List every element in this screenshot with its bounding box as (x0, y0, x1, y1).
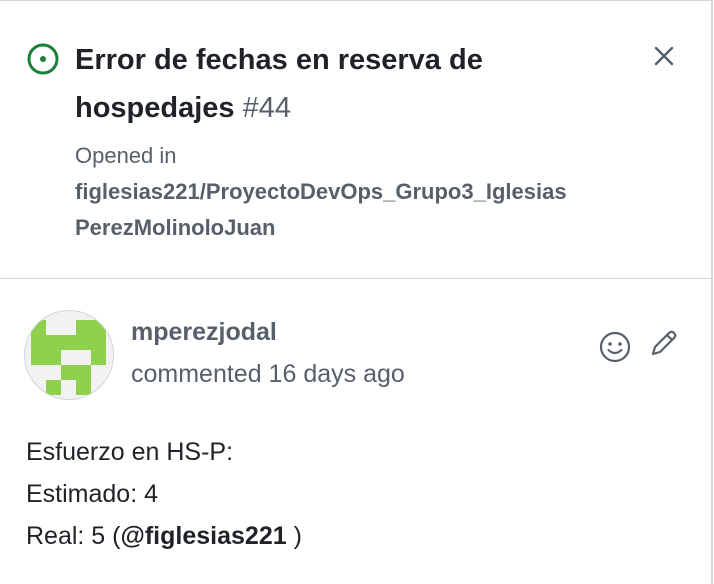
comment-author[interactable]: mperezjodal (131, 318, 277, 347)
identicon (31, 320, 106, 395)
comment-real-prefix: Real: 5 ( (26, 522, 121, 550)
user-mention[interactable]: @figlesias221 (120, 522, 286, 550)
comment-real-suffix: ) (286, 522, 302, 550)
comment-line-real: Real: 5 (@figlesias221 ) (26, 522, 302, 551)
smiley-icon[interactable] (598, 330, 632, 364)
opened-in-label: Opened in (75, 143, 177, 168)
issue-number: #44 (242, 92, 292, 124)
comment-timestamp: commented 16 days ago (131, 360, 405, 388)
issue-title: Error de fechas en reserva de hospedajes… (75, 36, 615, 132)
issue-header: Error de fechas en reserva de hospedajes… (0, 0, 711, 279)
pencil-icon[interactable] (648, 327, 680, 359)
panel-border-right (711, 0, 713, 584)
repository-link[interactable]: figlesias221/ProyectoDevOps_Grupo3_Igles… (75, 174, 575, 246)
comment-line-estimated: Estimado: 4 (26, 480, 159, 508)
close-icon[interactable] (648, 40, 680, 72)
avatar[interactable] (24, 310, 114, 400)
issue-open-icon (27, 43, 59, 75)
comment-line-effort: Esfuerzo en HS-P: (26, 438, 234, 466)
